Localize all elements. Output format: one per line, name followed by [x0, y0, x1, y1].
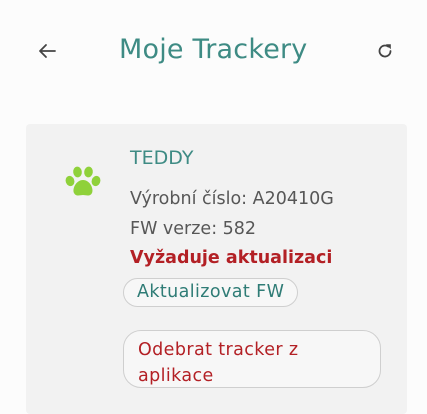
- update-required-warning: Vyžaduje aktualizaci: [130, 248, 333, 268]
- firmware-version: FW verze: 582: [130, 219, 257, 239]
- arrow-left-icon: [39, 44, 56, 58]
- remove-tracker-button[interactable]: Odebrat tracker z aplikace: [123, 330, 381, 388]
- page-title: Moje Trackery: [119, 34, 308, 65]
- update-firmware-button[interactable]: Aktualizovat FW: [123, 278, 299, 307]
- serial-number: Výrobní číslo: A20410G: [130, 189, 334, 209]
- tracker-name: TEDDY: [130, 147, 194, 169]
- refresh-icon: [378, 44, 392, 58]
- refresh-button[interactable]: [368, 34, 402, 68]
- back-button[interactable]: [30, 34, 64, 68]
- app-header: Moje Trackery: [0, 0, 427, 100]
- tracker-card: TEDDY Výrobní číslo: A20410G FW verze: 5…: [26, 124, 407, 414]
- paw-icon: [65, 166, 101, 196]
